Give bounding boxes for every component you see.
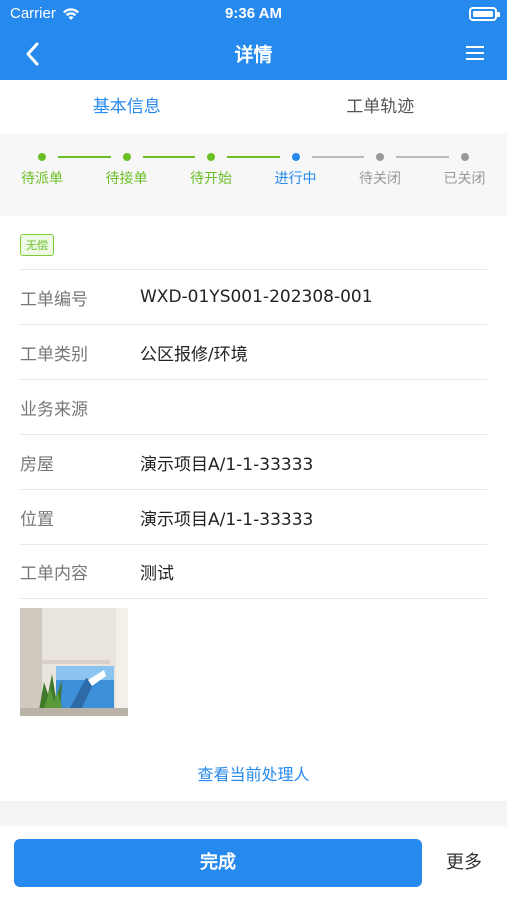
section-divider bbox=[0, 801, 507, 826]
detail-content: 无偿 工单编号 WXD-01YS001-202308-001 工单类别 公区报修… bbox=[0, 216, 507, 801]
status-time: 9:36 AM bbox=[225, 5, 282, 22]
step-label: 待派单 bbox=[21, 171, 63, 187]
detail-key: 房屋 bbox=[20, 454, 54, 475]
detail-key: 位置 bbox=[20, 509, 54, 530]
detail-row-content: 工单内容 测试 bbox=[20, 544, 487, 599]
step-dot bbox=[460, 153, 469, 161]
tab-order-track[interactable]: 工单轨迹 bbox=[254, 80, 507, 134]
detail-row-category: 工单类别 公区报修/环境 bbox=[20, 324, 487, 379]
view-current-handler-link[interactable]: 查看当前处理人 bbox=[0, 761, 507, 785]
detail-value: 演示项目A/1-1-33333 bbox=[140, 509, 314, 530]
tab-bar: 基本信息 工单轨迹 bbox=[0, 80, 507, 134]
complete-button[interactable]: 完成 bbox=[14, 839, 422, 887]
detail-key: 工单编号 bbox=[20, 289, 88, 310]
progress-stepper: 待派单 待接单 待开始 进行中 待关闭 已关闭 bbox=[0, 134, 507, 216]
step-5: 已关闭 bbox=[423, 150, 507, 188]
detail-row-order-number: 工单编号 WXD-01YS001-202308-001 bbox=[20, 269, 487, 324]
tab-basic-info[interactable]: 基本信息 bbox=[0, 80, 254, 134]
step-dot bbox=[207, 153, 215, 161]
step-dot bbox=[38, 153, 46, 161]
detail-row-house: 房屋 演示项目A/1-1-33333 bbox=[20, 434, 487, 489]
detail-value: 公区报修/环境 bbox=[140, 344, 248, 365]
step-dot bbox=[376, 153, 384, 161]
detail-value: WXD-01YS001-202308-001 bbox=[140, 287, 373, 307]
step-dot bbox=[122, 153, 131, 161]
attachment-photo[interactable] bbox=[20, 608, 128, 716]
detail-row-location: 位置 演示项目A/1-1-33333 bbox=[20, 489, 487, 544]
detail-list: 工单编号 WXD-01YS001-202308-001 工单类别 公区报修/环境… bbox=[20, 269, 487, 599]
step-label: 待接单 bbox=[105, 171, 148, 187]
detail-value: 测试 bbox=[140, 564, 174, 584]
detail-row-source: 业务来源 bbox=[20, 379, 487, 434]
step-dot bbox=[291, 153, 300, 161]
step-label: 进行中 bbox=[274, 171, 317, 187]
detail-key: 业务来源 bbox=[20, 399, 88, 420]
step-label: 待开始 bbox=[190, 171, 232, 187]
more-button[interactable]: 更多 bbox=[436, 839, 492, 887]
status-badge: 无偿 bbox=[20, 234, 54, 256]
step-label: 待关闭 bbox=[359, 171, 401, 187]
detail-key: 工单类别 bbox=[20, 344, 88, 365]
page-title: 详情 bbox=[234, 44, 273, 66]
detail-key: 工单内容 bbox=[20, 564, 88, 584]
battery-icon bbox=[469, 7, 500, 21]
status-bar: Carrier 9:36 AM bbox=[0, 0, 507, 28]
app-header: Carrier 9:36 AM 详情 bbox=[0, 0, 507, 80]
step-label: 已关闭 bbox=[443, 171, 486, 187]
menu-icon[interactable] bbox=[465, 43, 485, 63]
bottom-action-bar: 完成 更多 bbox=[0, 826, 507, 900]
detail-value: 演示项目A/1-1-33333 bbox=[140, 454, 314, 475]
navbar: 详情 bbox=[0, 28, 507, 80]
